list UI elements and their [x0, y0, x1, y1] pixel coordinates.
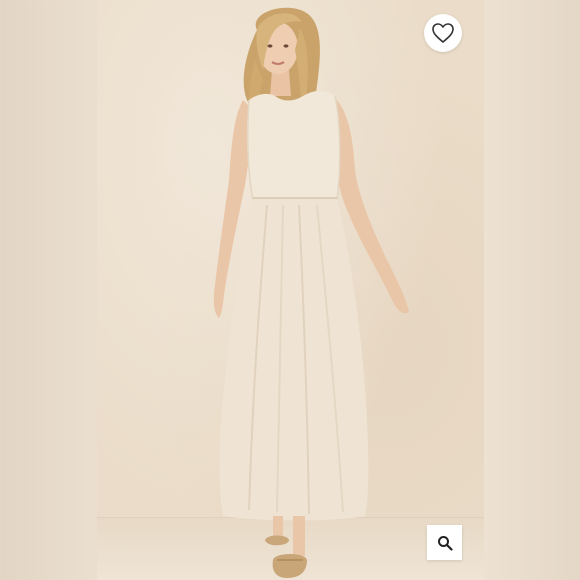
heart-outline-icon	[432, 23, 454, 43]
product-photo[interactable]	[97, 0, 484, 580]
model-in-dress-illustration	[213, 7, 409, 578]
zoom-button[interactable]: magnifier-icon	[427, 525, 462, 560]
blurred-backdrop-left	[0, 0, 97, 580]
product-image-viewer: heart-outline-icon magnifier-icon	[0, 0, 580, 580]
magnifier-icon	[437, 535, 453, 551]
like-button[interactable]: heart-outline-icon	[424, 14, 462, 52]
blurred-backdrop-right	[484, 0, 580, 580]
